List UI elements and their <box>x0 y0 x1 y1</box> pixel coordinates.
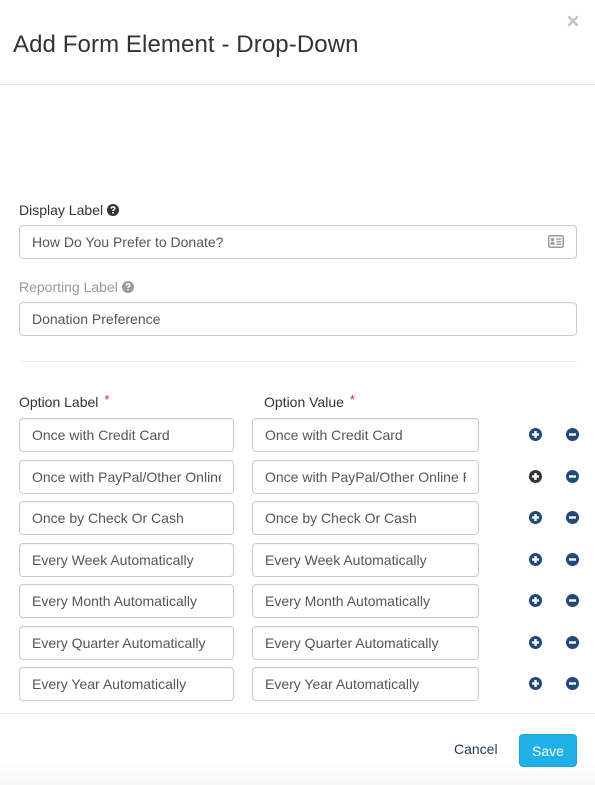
remove-row-minus-circle-icon[interactable] <box>566 470 579 483</box>
option-label-input[interactable] <box>19 626 234 660</box>
add-row-plus-circle-icon[interactable] <box>529 636 542 649</box>
option-label-input[interactable] <box>19 501 234 535</box>
reporting-label-input[interactable] <box>19 302 577 336</box>
option-value-input[interactable] <box>252 584 479 618</box>
reporting-label-text: Reporting Label <box>19 279 118 295</box>
save-button[interactable]: Save <box>519 734 577 767</box>
required-marker: * <box>104 391 110 407</box>
question-circle-icon[interactable] <box>107 204 120 216</box>
remove-row-minus-circle-icon[interactable] <box>566 636 579 649</box>
option-label-header: Option Label * <box>19 391 110 411</box>
option-label-input[interactable] <box>19 584 234 618</box>
option-value-input[interactable] <box>252 543 479 577</box>
option-label-input[interactable] <box>19 418 234 452</box>
id-card-icon <box>548 235 564 248</box>
add-row-plus-circle-icon[interactable] <box>529 553 542 566</box>
option-label-input[interactable] <box>19 667 234 701</box>
remove-row-minus-circle-icon[interactable] <box>566 677 579 690</box>
add-form-element-modal: Add Form Element - Drop-Down Display Lab… <box>0 0 595 785</box>
option-label-input[interactable] <box>19 460 234 494</box>
reporting-label-label: Reporting Label <box>19 279 134 295</box>
remove-row-minus-circle-icon[interactable] <box>566 594 579 607</box>
option-value-input[interactable] <box>252 667 479 701</box>
option-value-input[interactable] <box>252 626 479 660</box>
remove-row-minus-circle-icon[interactable] <box>566 511 579 524</box>
option-value-input[interactable] <box>252 418 479 452</box>
display-label-input[interactable] <box>19 225 577 259</box>
add-row-plus-circle-icon[interactable] <box>529 594 542 607</box>
remove-row-minus-circle-icon[interactable] <box>566 428 579 441</box>
display-label-label: Display Label <box>19 202 120 218</box>
modal-header: Add Form Element - Drop-Down <box>0 0 595 85</box>
option-value-input[interactable] <box>252 460 479 494</box>
section-divider <box>19 361 577 362</box>
required-marker: * <box>349 391 355 407</box>
add-row-plus-circle-icon[interactable] <box>529 677 542 690</box>
add-row-plus-circle-icon[interactable] <box>529 511 542 524</box>
question-circle-icon[interactable] <box>121 281 134 293</box>
remove-row-minus-circle-icon[interactable] <box>566 553 579 566</box>
close-icon <box>567 15 579 27</box>
add-row-plus-circle-icon[interactable] <box>529 428 542 441</box>
cancel-button[interactable]: Cancel <box>454 741 498 757</box>
modal-footer: Cancel Save <box>0 713 595 785</box>
display-label-text: Display Label <box>19 202 104 218</box>
close-button[interactable] <box>567 14 581 28</box>
option-label-input[interactable] <box>19 543 234 577</box>
add-row-plus-circle-icon[interactable] <box>529 470 542 483</box>
option-value-input[interactable] <box>252 501 479 535</box>
modal-title: Add Form Element - Drop-Down <box>13 31 359 58</box>
option-value-header: Option Value * <box>264 391 355 411</box>
